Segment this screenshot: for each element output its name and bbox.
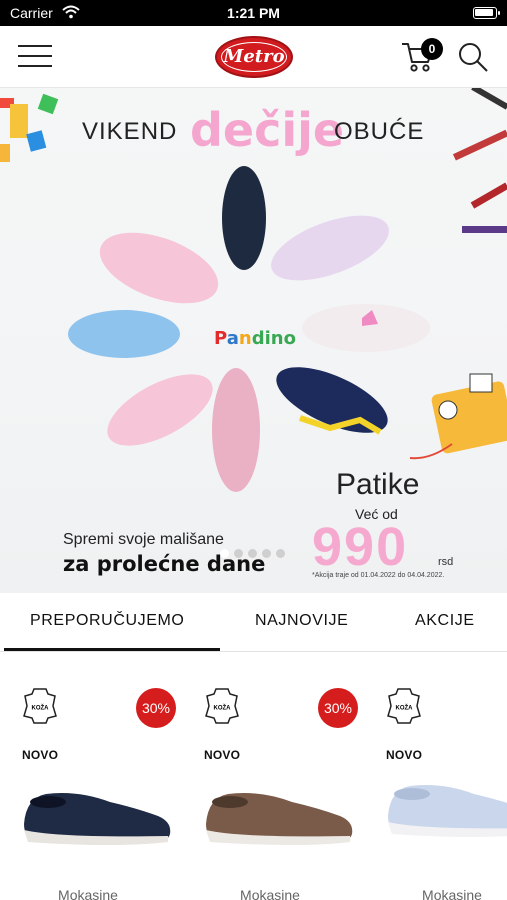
leather-badge-icon: KOŽA [387,688,421,724]
battery-icon [473,7,500,19]
brand-letter: a [226,328,239,349]
banner-terms-note: *Akcija traje od 01.04.2022 do 04.04.202… [312,572,445,579]
banner-title-highlight: dečije [190,103,345,157]
metro-logo[interactable]: Metro [215,36,293,78]
brand-letter: n [238,328,252,349]
leather-badge-icon: KOŽA [205,688,239,724]
product-card[interactable]: KOŽA 30% NOVO Mokasine [182,660,358,900]
new-tag: NOVO [22,748,59,762]
banner-title-left: VIKEND [82,118,178,145]
carousel-dot[interactable] [262,549,271,558]
tab-recommended[interactable]: PREPORUČUJEMO [30,612,184,630]
cart-count-badge: 0 [421,38,443,60]
product-card[interactable]: KOŽA NOVO Mokasine [364,660,507,900]
status-bar: Carrier 1:21 PM [0,0,507,26]
menu-icon [18,45,52,47]
app-header: Metro 0 [0,26,507,88]
new-tag: NOVO [204,748,241,762]
logo-text: Metro [223,46,285,67]
carousel-dot[interactable] [276,549,285,558]
product-list: KOŽA 30% NOVO Mokasine KOŽA 30% NOVO Mok… [0,660,507,900]
carousel-dot[interactable] [248,549,257,558]
discount-badge: 30% [136,688,176,728]
tab-sales[interactable]: AKCIJE [415,612,475,630]
clock: 1:21 PM [227,5,280,21]
leather-badge-label: KOŽA [214,704,232,712]
product-image [206,793,353,845]
banner-price: 990 [312,517,409,577]
banner-title-right: OBUĆE [334,118,425,145]
product-name: Mokasine [58,887,118,900]
new-tag: NOVO [386,748,423,762]
leather-badge-label: KOŽA [32,704,50,712]
leather-badge-icon: KOŽA [23,688,57,724]
search-icon[interactable] [456,40,490,74]
menu-button[interactable] [18,42,54,70]
banner-product-name: Patike [336,468,420,501]
banner-currency: rsd [438,556,454,568]
active-tab-indicator [4,648,220,651]
product-tabs: PREPORUČUJEMO NAJNOVIJE AKCIJE [0,598,507,652]
leather-badge-label: KOŽA [396,704,414,712]
product-card[interactable]: KOŽA 30% NOVO Mokasine [0,660,176,900]
promo-banner[interactable]: VIKEND dečije OBUĆE Pandino Patike Već o… [0,88,507,593]
product-name: Mokasine [240,887,300,900]
tab-newest[interactable]: NAJNOVIJE [255,612,348,630]
menu-icon-line [18,65,52,67]
menu-icon-line [18,55,52,57]
discount-badge: 30% [318,688,358,728]
brand-letter: P [214,328,227,349]
pandino-brand-logo: Pandino [214,328,296,349]
product-image [24,793,171,845]
carousel-dot[interactable] [234,549,243,558]
brand-letter: dino [251,328,296,349]
product-image [388,785,507,837]
banner-slogan-line1: Spremi svoje mališane [63,531,224,548]
carousel-dot[interactable] [220,549,229,558]
product-name: Mokasine [422,887,482,900]
